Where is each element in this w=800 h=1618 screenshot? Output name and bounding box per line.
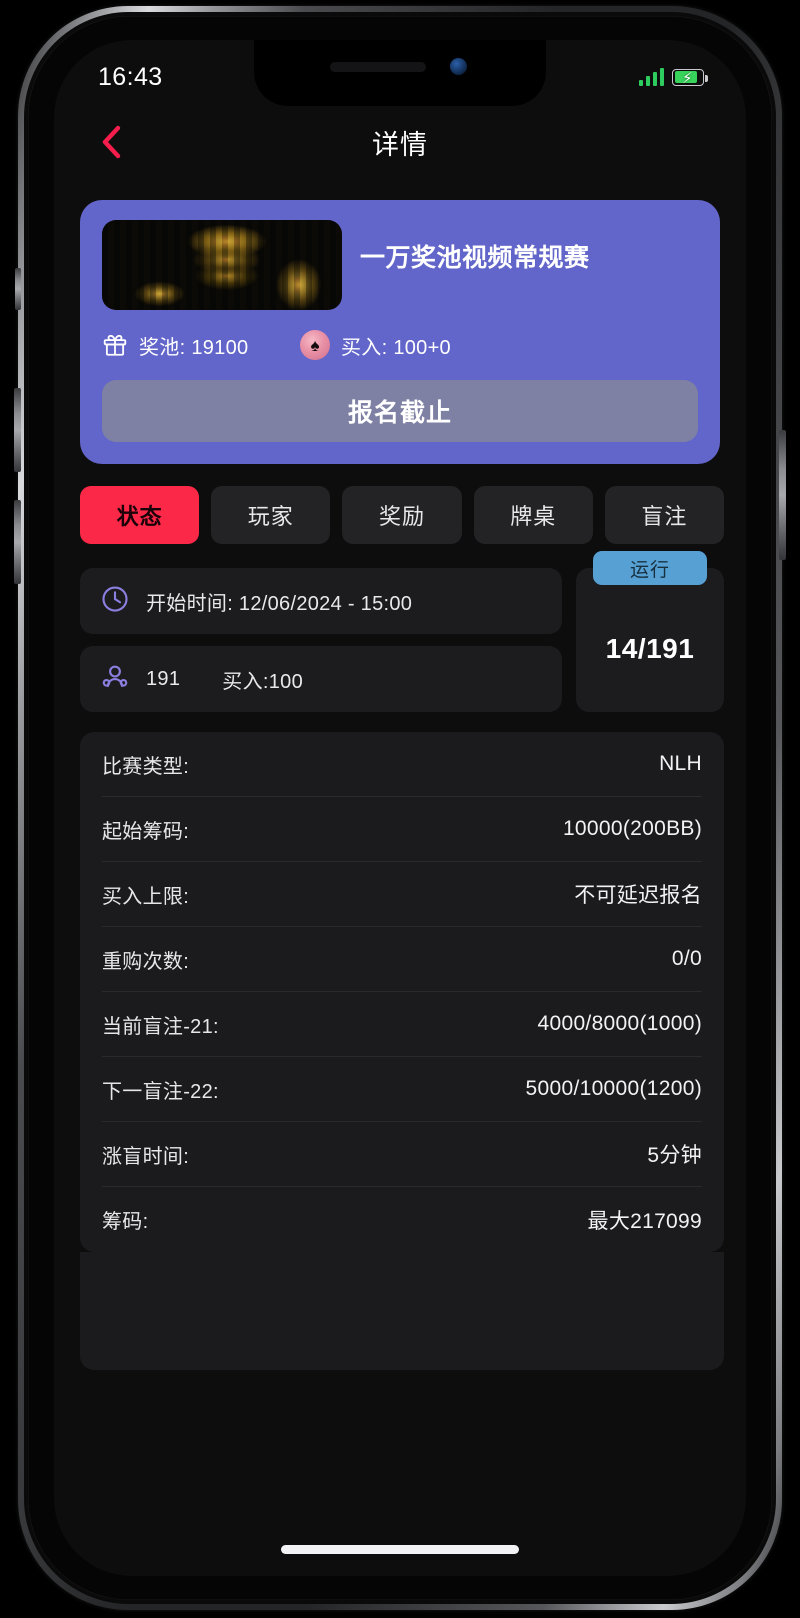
detail-value: 5分钟 (647, 1144, 702, 1167)
detail-label: 筹码: (102, 1211, 149, 1233)
detail-label: 比赛类型: (102, 755, 190, 778)
battery-charging-icon: ⚡ (672, 68, 708, 87)
start-time-card: 开始时间: 12/06/2024 - 15:00 (80, 568, 562, 634)
status-bar-time: 16:43 (98, 62, 163, 91)
status-bar-icons: ⚡ (639, 60, 708, 87)
registration-closed-button[interactable]: 报名截止 (102, 380, 698, 442)
status-badge: 运行 (593, 551, 707, 585)
tab-players[interactable]: 玩家 (211, 486, 331, 544)
detail-value: 10000(200BB) (562, 817, 702, 840)
nav-bar: 详情 (54, 106, 746, 178)
volume-up-button[interactable] (14, 388, 21, 472)
detail-label: 涨盲时间: (102, 1145, 190, 1168)
table-row: 重购次数: 0/0 (102, 927, 702, 992)
prize-pool-label: 奖池: 19100 (139, 336, 249, 359)
table-row: 比赛类型: NLH (102, 732, 702, 797)
details-panel-filler (80, 1252, 724, 1370)
tab-status[interactable]: 状态 (80, 486, 200, 544)
spade-icon: ♠ (300, 330, 330, 360)
detail-label: 下一盲注-22: (102, 1080, 219, 1103)
detail-label: 当前盲注-21: (102, 1015, 219, 1038)
buy-in-amount-text: 买入:100 (222, 670, 304, 693)
tab-tables[interactable]: 牌桌 (473, 486, 593, 544)
home-indicator[interactable] (281, 1545, 519, 1554)
status-summary-row: 开始时间: 12/06/2024 - 15:00 191 买入:100 运行 1… (80, 551, 724, 712)
detail-value: 5000/10000(1200) (525, 1077, 702, 1100)
tab-bar: 状态 玩家 奖励 牌桌 盲注 (80, 486, 724, 544)
buy-in-label: 买入: 100+0 (341, 336, 451, 359)
table-row: 筹码: 最大217099 (102, 1187, 702, 1252)
detail-label: 起始筹码: (102, 820, 190, 843)
prize-pool-item: 奖池: 19100 (102, 331, 300, 360)
signal-bars-icon (639, 68, 664, 86)
charging-bolt-icon: ⚡ (682, 69, 693, 87)
phone-screen: 16:43 ⚡ 详情 一万奖池视频常规赛 奖池: 19100 ♠ 买入: 100… (54, 40, 746, 1576)
status-bar: 16:43 ⚡ (54, 40, 746, 106)
tournament-hero-card: 一万奖池视频常规赛 奖池: 19100 ♠ 买入: 100+0 报名截止 (80, 200, 720, 464)
start-time-text: 开始时间: 12/06/2024 - 15:00 (146, 592, 413, 615)
tab-blinds[interactable]: 盲注 (604, 486, 724, 544)
volume-down-button[interactable] (14, 500, 21, 584)
poker-chips-image (102, 220, 342, 310)
table-row: 当前盲注-21: 4000/8000(1000) (102, 992, 702, 1057)
mute-switch-button[interactable] (15, 268, 21, 310)
detail-value: 最大217099 (587, 1209, 702, 1233)
buy-in-item: ♠ 买入: 100+0 (300, 330, 451, 360)
page-title: 详情 (372, 129, 428, 160)
detail-value: NLH (659, 752, 702, 775)
people-icon (100, 662, 130, 697)
detail-value: 0/0 (671, 947, 702, 970)
status-info-column: 开始时间: 12/06/2024 - 15:00 191 买入:100 (80, 568, 562, 712)
back-chevron-icon[interactable] (94, 122, 128, 162)
players-card: 191 买入:100 (80, 646, 562, 712)
detail-value: 不可延迟报名 (574, 884, 702, 907)
tab-prizes[interactable]: 奖励 (342, 486, 462, 544)
table-row: 下一盲注-22: 5000/10000(1200) (102, 1057, 702, 1122)
gift-icon (102, 332, 128, 358)
hero-top-row: 一万奖池视频常规赛 (102, 220, 698, 310)
clock-icon (100, 584, 130, 619)
table-row: 买入上限: 不可延迟报名 (102, 862, 702, 927)
detail-value: 4000/8000(1000) (537, 1012, 702, 1035)
table-row: 起始筹码: 10000(200BB) (102, 797, 702, 862)
hero-meta-row: 奖池: 19100 ♠ 买入: 100+0 (102, 330, 698, 360)
detail-label: 买入上限: (102, 885, 190, 908)
detail-label: 重购次数: (102, 950, 190, 973)
remaining-players-value: 14/191 (605, 633, 695, 664)
screenshot-stage: 16:43 ⚡ 详情 一万奖池视频常规赛 奖池: 19100 ♠ 买入: 100… (0, 0, 800, 1618)
power-button[interactable] (779, 430, 786, 560)
remaining-players-card: 运行 14/191 (576, 551, 724, 712)
players-count-text: 191 (146, 667, 181, 690)
table-row: 涨盲时间: 5分钟 (102, 1122, 702, 1187)
tournament-title: 一万奖池视频常规赛 (360, 244, 590, 272)
tournament-details-list: 比赛类型: NLH 起始筹码: 10000(200BB) 买入上限: 不可延迟报… (80, 732, 724, 1252)
